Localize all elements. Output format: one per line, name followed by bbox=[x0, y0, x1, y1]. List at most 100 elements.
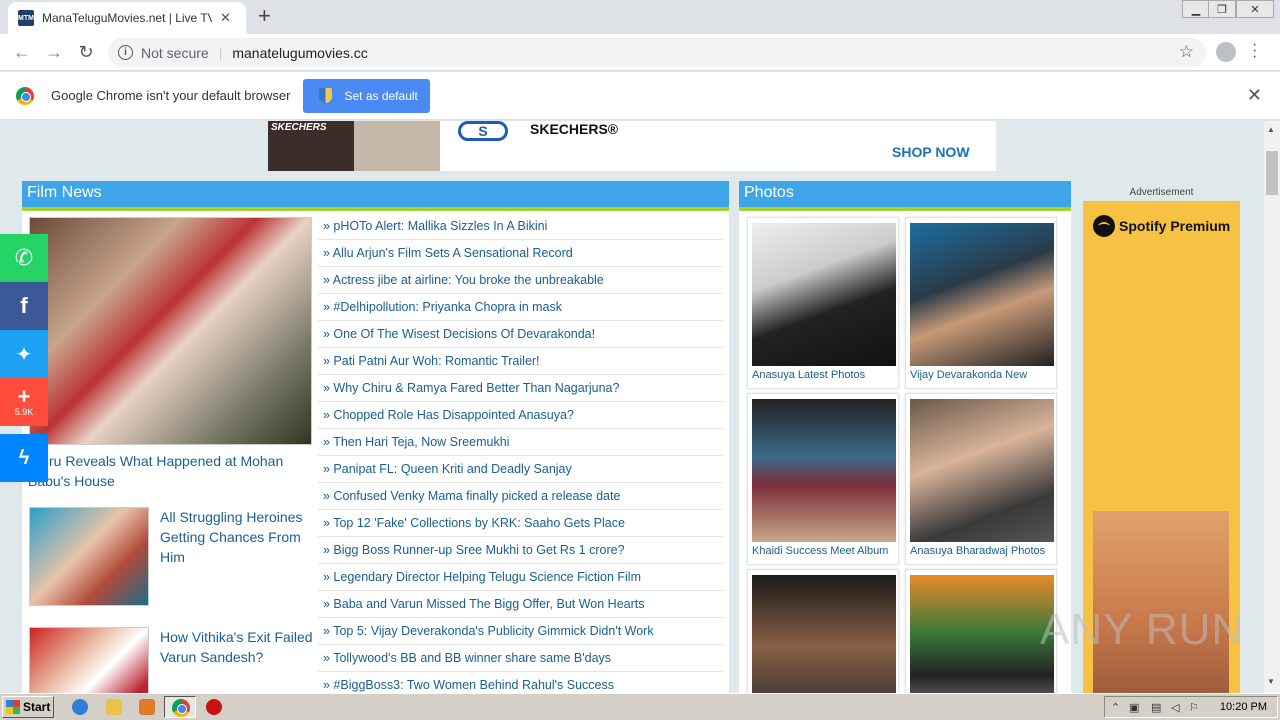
scroll-up-arrow-icon[interactable]: ▲ bbox=[1267, 125, 1275, 134]
chrome-taskbar-button[interactable] bbox=[164, 696, 196, 718]
flag-icon[interactable]: ⚐ bbox=[1189, 701, 1201, 714]
set-default-label: Set as default bbox=[344, 88, 418, 103]
photo-caption[interactable]: Anasuya Latest Photos bbox=[752, 369, 865, 381]
close-window-button[interactable]: ✕ bbox=[1236, 0, 1274, 18]
new-tab-button[interactable]: + bbox=[258, 4, 271, 28]
display-icon[interactable]: ▤ bbox=[1151, 701, 1163, 714]
headline-link[interactable]: » Confused Venky Mama finally picked a r… bbox=[318, 483, 723, 510]
chrome-logo-icon bbox=[16, 86, 34, 105]
news-title[interactable]: All Struggling Heroines Getting Chances … bbox=[160, 507, 315, 567]
top-ad-banner[interactable]: SKECHERS S SKECHERS® SHOP NOW bbox=[268, 121, 996, 171]
scroll-down-arrow-icon[interactable]: ▼ bbox=[1267, 677, 1275, 686]
tray-expand-icon[interactable]: ⌃ bbox=[1111, 701, 1123, 714]
headline-link[interactable]: » Baba and Varun Missed The Bigg Offer, … bbox=[318, 591, 723, 618]
photo-card[interactable]: Anasuya Bharadwaj Photos bbox=[905, 393, 1057, 565]
forward-button[interactable]: → bbox=[44, 42, 64, 63]
page-scrollbar[interactable]: ▲ ▼ bbox=[1264, 121, 1280, 693]
facebook-icon: f bbox=[20, 293, 28, 318]
messenger-share-button[interactable]: ϟ bbox=[0, 434, 48, 482]
photo-card[interactable]: Khaidi Success Meet Album bbox=[747, 393, 899, 565]
film-news-header: Film News bbox=[22, 181, 729, 211]
photo-card[interactable]: Anasuya Latest Photos bbox=[747, 217, 899, 389]
news-title[interactable]: How Vithika's Exit Failed Varun Sandesh? bbox=[160, 627, 315, 667]
photo-thumbnail bbox=[910, 223, 1054, 366]
ad-banner-image: SKECHERS bbox=[268, 121, 440, 171]
not-secure-label: Not secure bbox=[141, 44, 209, 61]
reload-button[interactable]: ↻ bbox=[76, 42, 96, 63]
headline-link[interactable]: » Allu Arjun's Film Sets A Sensational R… bbox=[318, 240, 723, 267]
headline-link[interactable]: » Chopped Role Has Disappointed Anasuya? bbox=[318, 402, 723, 429]
headline-link[interactable]: » Top 5: Vijay Deverakonda's Publicity G… bbox=[318, 618, 723, 645]
spotify-brand: Spotify Premium bbox=[1119, 218, 1231, 234]
headline-link[interactable]: » Top 12 'Fake' Collections by KRK: Saah… bbox=[318, 510, 723, 537]
headline-link[interactable]: » Legendary Director Helping Telugu Scie… bbox=[318, 564, 723, 591]
infobar-message: Google Chrome isn't your default browser bbox=[51, 88, 291, 103]
facebook-share-button[interactable]: f bbox=[0, 282, 48, 330]
headline-link[interactable]: » Then Hari Teja, Now Sreemukhi bbox=[318, 429, 723, 456]
headline-link[interactable]: » Panipat FL: Queen Kriti and Deadly San… bbox=[318, 456, 723, 483]
featured-news-caption[interactable]: Chiru Reveals What Happened at Mohan Bab… bbox=[28, 451, 318, 491]
address-bar[interactable]: i Not secure | manatelugumovies.cc ☆ bbox=[108, 38, 1206, 67]
featured-news-image[interactable] bbox=[29, 217, 312, 445]
scrollbar-thumb[interactable] bbox=[1266, 151, 1278, 195]
windows-taskbar: Start ⌃ ▣ ▤ ◁ ⚐ 10:20 PM bbox=[0, 693, 1280, 720]
url-text[interactable]: manatelugumovies.cc bbox=[232, 45, 367, 61]
headline-link[interactable]: » pHOTo Alert: Mallika Sizzles In A Biki… bbox=[318, 213, 723, 240]
ad-brand-logo: S bbox=[458, 121, 508, 141]
maximize-button[interactable]: ❐ bbox=[1208, 0, 1236, 18]
photo-thumbnail bbox=[752, 223, 896, 366]
profile-avatar[interactable] bbox=[1216, 42, 1236, 62]
news-list-item[interactable]: All Struggling Heroines Getting Chances … bbox=[29, 507, 319, 607]
site-info-icon[interactable]: i bbox=[118, 45, 133, 60]
taskbar-clock[interactable]: 10:20 PM bbox=[1220, 701, 1267, 713]
start-label: Start bbox=[23, 700, 51, 714]
photo-thumbnail bbox=[752, 575, 896, 693]
folder-icon[interactable] bbox=[106, 699, 122, 715]
infobar-close-icon[interactable]: ✕ bbox=[1247, 85, 1262, 106]
media-player-icon[interactable] bbox=[139, 699, 155, 715]
headline-link[interactable]: » Tollywood's BB and BB winner share sam… bbox=[318, 645, 723, 672]
headline-link[interactable]: » Pati Patni Aur Woh: Romantic Trailer! bbox=[318, 348, 723, 375]
tab-strip: MTM ManaTeluguMovies.net | Live TV | Sh … bbox=[0, 0, 1280, 34]
ie-icon[interactable] bbox=[72, 699, 88, 715]
film-news-section: Film News Chiru Reveals What Happened at… bbox=[22, 181, 729, 693]
news-list-item[interactable]: How Vithika's Exit Failed Varun Sandesh? bbox=[29, 627, 319, 693]
news-thumbnail bbox=[29, 627, 149, 693]
start-button[interactable]: Start bbox=[2, 696, 54, 718]
twitter-share-button[interactable]: ✦ bbox=[0, 330, 48, 378]
opera-icon[interactable] bbox=[206, 699, 222, 715]
photo-caption[interactable]: Anasuya Bharadwaj Photos bbox=[910, 545, 1045, 557]
photo-card[interactable]: Vijay Devarakonda New bbox=[905, 217, 1057, 389]
tab-close-icon[interactable]: ✕ bbox=[220, 10, 231, 26]
whatsapp-share-button[interactable]: ✆ bbox=[0, 234, 48, 282]
more-share-button[interactable]: + 5.9K bbox=[0, 378, 48, 426]
spotify-logo: Spotify Premium bbox=[1093, 215, 1230, 237]
photo-caption[interactable]: Khaidi Success Meet Album bbox=[752, 545, 888, 557]
set-default-button[interactable]: Set as default bbox=[303, 78, 431, 113]
ad-brand-name: SKECHERS® bbox=[530, 121, 619, 137]
browser-tab[interactable]: MTM ManaTeluguMovies.net | Live TV | Sh … bbox=[8, 2, 246, 34]
headline-link[interactable]: » Actress jibe at airline: You broke the… bbox=[318, 267, 723, 294]
messenger-icon: ϟ bbox=[18, 446, 30, 469]
ad-shop-now-link[interactable]: SHOP NOW bbox=[892, 144, 970, 160]
photo-card[interactable] bbox=[747, 569, 899, 693]
bookmark-star-icon[interactable]: ☆ bbox=[1179, 42, 1194, 62]
network-icon[interactable]: ▣ bbox=[1129, 701, 1141, 714]
headline-link[interactable]: » One Of The Wisest Decisions Of Devarak… bbox=[318, 321, 723, 348]
headline-link[interactable]: » Bigg Boss Runner-up Sree Mukhi to Get … bbox=[318, 537, 723, 564]
address-separator: | bbox=[218, 44, 223, 61]
photo-caption[interactable]: Vijay Devarakonda New bbox=[910, 369, 1027, 381]
headline-link[interactable]: » #BiggBoss3: Two Women Behind Rahul's S… bbox=[318, 672, 723, 693]
spotify-ad-image bbox=[1093, 511, 1229, 693]
photo-card[interactable] bbox=[905, 569, 1057, 693]
headline-link[interactable]: » #Delhipollution: Priyanka Chopra in ma… bbox=[318, 294, 723, 321]
headline-link[interactable]: » Why Chiru & Ramya Fared Better Than Na… bbox=[318, 375, 723, 402]
anyrun-watermark: ANY RUN bbox=[1040, 605, 1245, 654]
volume-icon[interactable]: ◁ bbox=[1171, 701, 1183, 714]
whatsapp-icon: ✆ bbox=[14, 245, 34, 270]
minimize-button[interactable]: ▁ bbox=[1182, 0, 1210, 18]
default-browser-infobar: Google Chrome isn't your default browser… bbox=[0, 72, 1280, 120]
menu-dots-icon[interactable]: · · · bbox=[1252, 37, 1257, 65]
back-button[interactable]: ← bbox=[12, 42, 32, 63]
advertisement-label: Advertisement bbox=[1129, 187, 1194, 198]
